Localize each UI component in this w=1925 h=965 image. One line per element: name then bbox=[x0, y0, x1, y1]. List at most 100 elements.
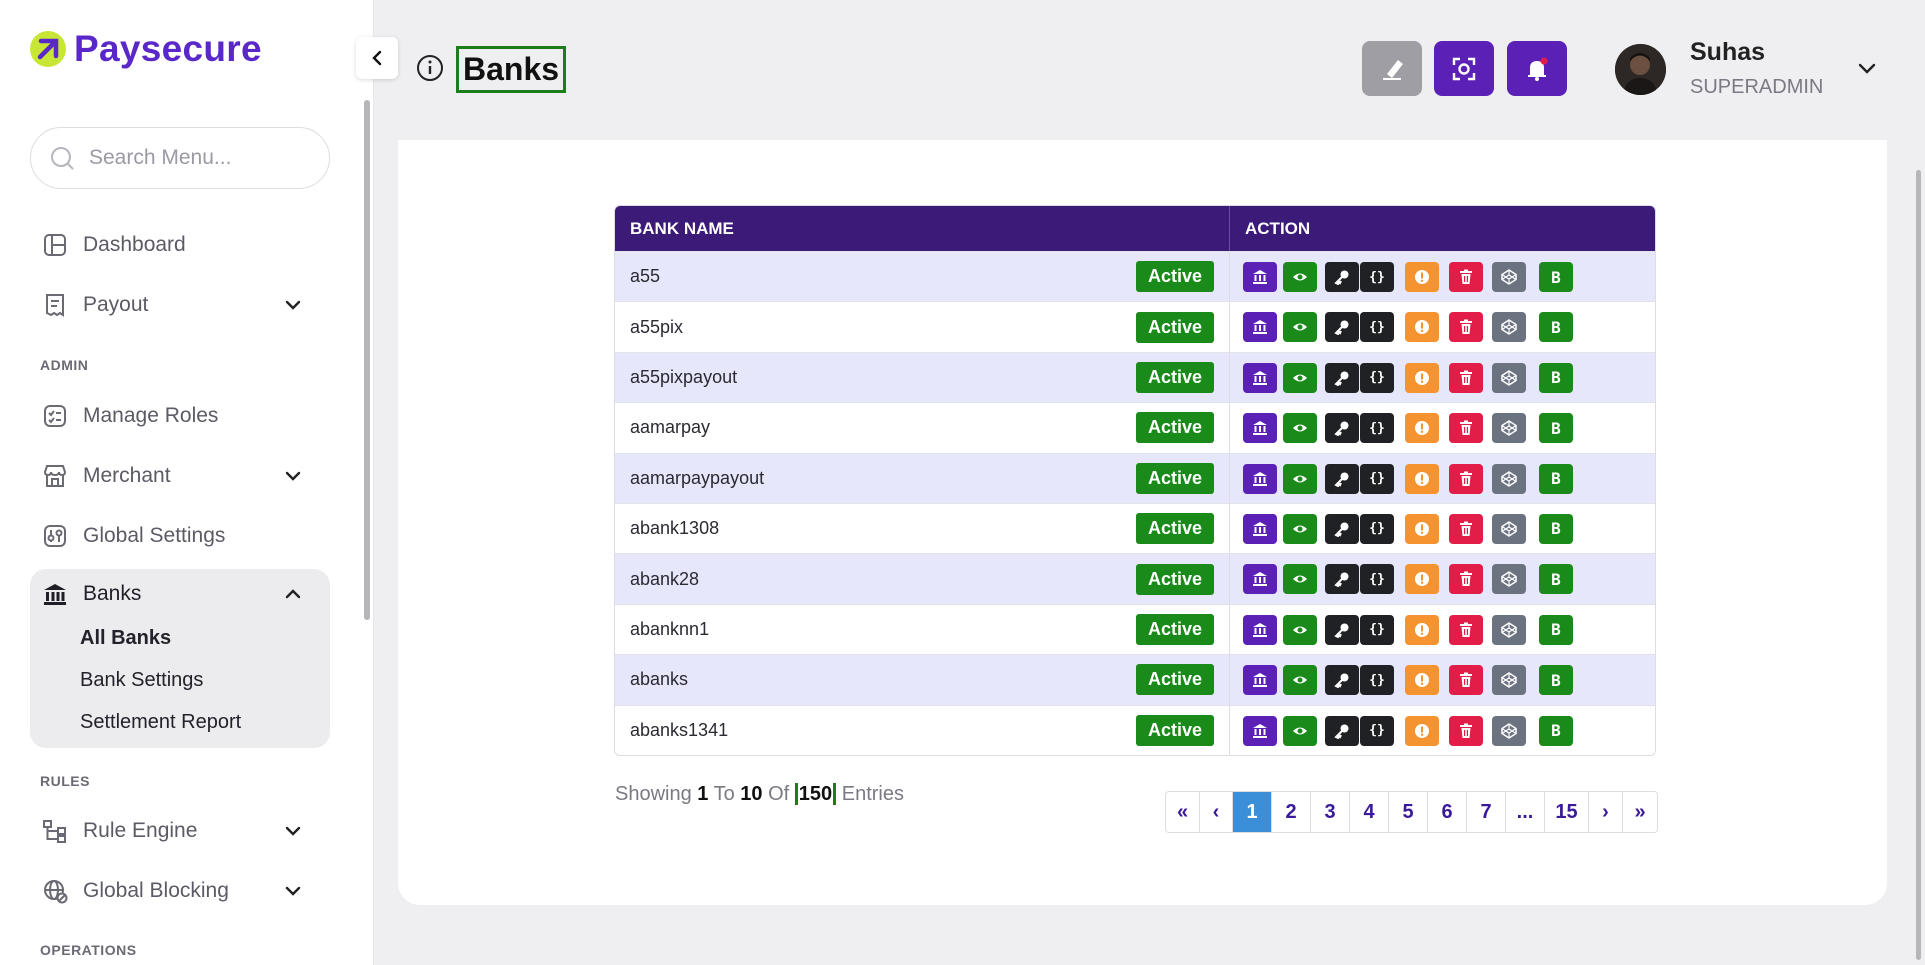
avatar[interactable] bbox=[1615, 44, 1666, 95]
status-badge[interactable]: Active bbox=[1135, 462, 1214, 494]
page-button[interactable]: 3 bbox=[1311, 792, 1350, 832]
eye-action-button[interactable] bbox=[1283, 362, 1317, 393]
bank-action-button[interactable] bbox=[1243, 513, 1277, 544]
bank-action-button[interactable] bbox=[1243, 312, 1277, 343]
trash-action-button[interactable] bbox=[1449, 564, 1483, 595]
trash-action-button[interactable] bbox=[1449, 463, 1483, 494]
scan-button[interactable] bbox=[1434, 41, 1494, 96]
key-action-button[interactable] bbox=[1325, 564, 1359, 595]
page-button[interactable]: 15 bbox=[1545, 792, 1589, 832]
alert-action-button[interactable] bbox=[1405, 413, 1439, 444]
next-page-button[interactable]: › bbox=[1589, 792, 1623, 832]
status-badge[interactable]: Active bbox=[1135, 664, 1214, 696]
eye-action-button[interactable] bbox=[1283, 614, 1317, 645]
codepen-action-button[interactable] bbox=[1492, 312, 1526, 343]
page-button[interactable]: 5 bbox=[1389, 792, 1428, 832]
chevron-down-icon[interactable] bbox=[1855, 56, 1879, 80]
codepen-action-button[interactable] bbox=[1492, 513, 1526, 544]
sidebar-item-payout[interactable]: Payout bbox=[30, 280, 330, 330]
search-input[interactable] bbox=[89, 146, 309, 170]
codepen-action-button[interactable] bbox=[1492, 564, 1526, 595]
eye-action-button[interactable] bbox=[1283, 715, 1317, 746]
alert-action-button[interactable] bbox=[1405, 463, 1439, 494]
b-action-button[interactable]: B bbox=[1539, 262, 1573, 292]
b-action-button[interactable]: B bbox=[1539, 413, 1573, 444]
codepen-action-button[interactable] bbox=[1492, 362, 1526, 393]
eye-action-button[interactable] bbox=[1283, 463, 1317, 494]
main-scrollbar[interactable] bbox=[1916, 170, 1921, 960]
sidebar-scrollbar[interactable] bbox=[364, 100, 370, 620]
page-button[interactable]: 1 bbox=[1233, 792, 1272, 832]
brand-logo[interactable]: Paysecure bbox=[30, 28, 262, 70]
sidebar-item-manage-roles[interactable]: Manage Roles bbox=[30, 391, 330, 441]
status-badge[interactable]: Active bbox=[1135, 613, 1214, 645]
codepen-action-button[interactable] bbox=[1492, 715, 1526, 746]
trash-action-button[interactable] bbox=[1449, 715, 1483, 746]
key-action-button[interactable] bbox=[1325, 513, 1359, 544]
codepen-action-button[interactable] bbox=[1492, 614, 1526, 645]
status-badge[interactable]: Active bbox=[1135, 361, 1214, 393]
sidebar-item-global-settings[interactable]: Global Settings bbox=[30, 511, 330, 561]
bank-action-button[interactable] bbox=[1243, 715, 1277, 746]
status-badge[interactable]: Active bbox=[1135, 412, 1214, 444]
key-action-button[interactable] bbox=[1325, 665, 1359, 696]
alert-action-button[interactable] bbox=[1405, 665, 1439, 696]
code-action-button[interactable]: {} bbox=[1360, 463, 1394, 494]
alert-action-button[interactable] bbox=[1405, 513, 1439, 544]
b-action-button[interactable]: B bbox=[1539, 564, 1573, 595]
sidebar-item-global-blocking[interactable]: Global Blocking bbox=[30, 866, 330, 916]
alert-action-button[interactable] bbox=[1405, 312, 1439, 343]
bank-action-button[interactable] bbox=[1243, 362, 1277, 393]
alert-action-button[interactable] bbox=[1405, 564, 1439, 595]
info-icon[interactable] bbox=[416, 54, 444, 82]
sidebar-item-rule-engine[interactable]: Rule Engine bbox=[30, 806, 330, 856]
status-badge[interactable]: Active bbox=[1135, 714, 1214, 746]
key-action-button[interactable] bbox=[1325, 463, 1359, 494]
page-button[interactable]: 7 bbox=[1467, 792, 1506, 832]
sidebar-subitem-bank-settings[interactable]: Bank Settings bbox=[80, 669, 203, 692]
trash-action-button[interactable] bbox=[1449, 614, 1483, 645]
eye-action-button[interactable] bbox=[1283, 513, 1317, 544]
alert-action-button[interactable] bbox=[1405, 262, 1439, 292]
key-action-button[interactable] bbox=[1325, 312, 1359, 343]
sidebar-subitem-settlement-report[interactable]: Settlement Report bbox=[80, 711, 241, 734]
sidebar-item-merchant[interactable]: Merchant bbox=[30, 451, 330, 501]
eye-action-button[interactable] bbox=[1283, 413, 1317, 444]
bank-action-button[interactable] bbox=[1243, 463, 1277, 494]
code-action-button[interactable]: {} bbox=[1360, 564, 1394, 595]
page-button[interactable]: 2 bbox=[1272, 792, 1311, 832]
b-action-button[interactable]: B bbox=[1539, 715, 1573, 746]
alert-action-button[interactable] bbox=[1405, 715, 1439, 746]
codepen-action-button[interactable] bbox=[1492, 665, 1526, 696]
collapse-sidebar-button[interactable] bbox=[356, 37, 398, 79]
key-action-button[interactable] bbox=[1325, 413, 1359, 444]
eye-action-button[interactable] bbox=[1283, 564, 1317, 595]
search-menu[interactable] bbox=[30, 127, 330, 189]
code-action-button[interactable]: {} bbox=[1360, 665, 1394, 696]
key-action-button[interactable] bbox=[1325, 262, 1359, 292]
page-button[interactable]: ... bbox=[1506, 792, 1545, 832]
b-action-button[interactable]: B bbox=[1539, 312, 1573, 343]
notifications-button[interactable] bbox=[1507, 41, 1567, 96]
codepen-action-button[interactable] bbox=[1492, 413, 1526, 444]
trash-action-button[interactable] bbox=[1449, 513, 1483, 544]
b-action-button[interactable]: B bbox=[1539, 513, 1573, 544]
b-action-button[interactable]: B bbox=[1539, 362, 1573, 393]
codepen-action-button[interactable] bbox=[1492, 262, 1526, 292]
code-action-button[interactable]: {} bbox=[1360, 312, 1394, 343]
trash-action-button[interactable] bbox=[1449, 413, 1483, 444]
bank-action-button[interactable] bbox=[1243, 413, 1277, 444]
clear-cache-button[interactable] bbox=[1362, 41, 1422, 96]
alert-action-button[interactable] bbox=[1405, 362, 1439, 393]
page-button[interactable]: 6 bbox=[1428, 792, 1467, 832]
trash-action-button[interactable] bbox=[1449, 312, 1483, 343]
code-action-button[interactable]: {} bbox=[1360, 715, 1394, 746]
sidebar-item-dashboard[interactable]: Dashboard bbox=[30, 220, 330, 270]
status-badge[interactable]: Active bbox=[1135, 563, 1214, 595]
eye-action-button[interactable] bbox=[1283, 312, 1317, 343]
b-action-button[interactable]: B bbox=[1539, 665, 1573, 696]
page-button[interactable]: 4 bbox=[1350, 792, 1389, 832]
code-action-button[interactable]: {} bbox=[1360, 413, 1394, 444]
trash-action-button[interactable] bbox=[1449, 362, 1483, 393]
status-badge[interactable]: Active bbox=[1135, 513, 1214, 545]
